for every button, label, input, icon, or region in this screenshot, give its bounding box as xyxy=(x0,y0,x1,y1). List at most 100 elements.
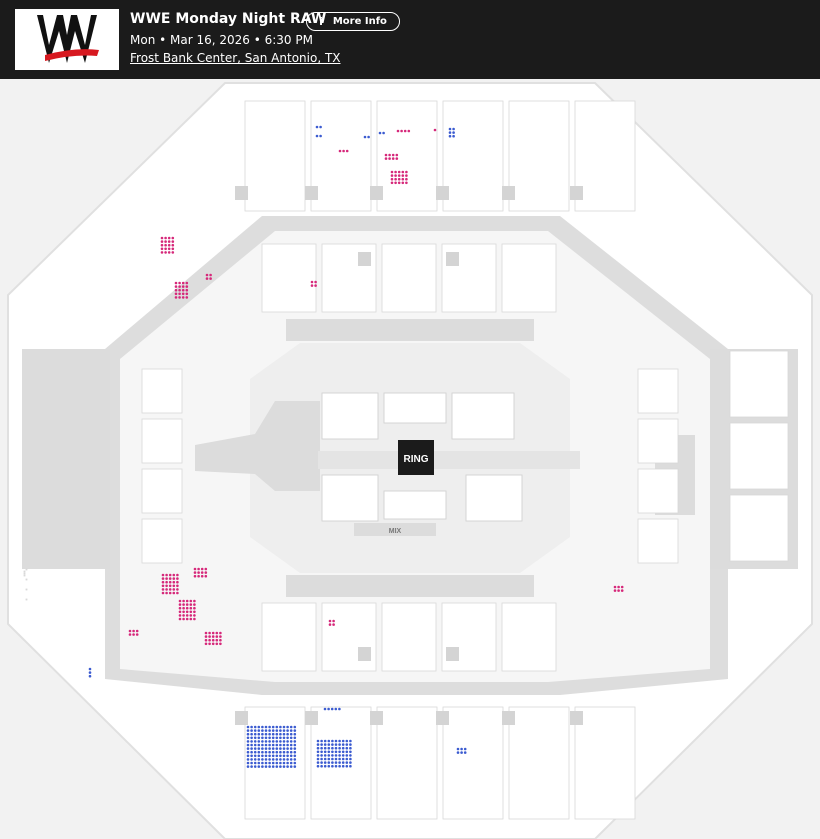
available-seat[interactable] xyxy=(342,149,345,153)
available-seat[interactable] xyxy=(161,588,165,591)
available-seat[interactable] xyxy=(185,285,189,288)
available-seat[interactable] xyxy=(215,631,219,635)
available-seat[interactable] xyxy=(331,764,334,768)
available-seat[interactable] xyxy=(327,750,331,754)
available-seat[interactable] xyxy=(208,631,211,635)
available-seat[interactable] xyxy=(189,610,193,614)
available-seat[interactable] xyxy=(172,591,176,595)
available-seat[interactable] xyxy=(279,740,282,743)
available-seat[interactable] xyxy=(164,247,167,251)
available-seat[interactable] xyxy=(257,750,261,754)
available-seat[interactable] xyxy=(168,573,172,577)
available-seat[interactable] xyxy=(204,642,208,646)
available-seat[interactable] xyxy=(289,761,293,765)
available-seat[interactable] xyxy=(332,619,335,623)
available-seat[interactable] xyxy=(193,614,196,617)
available-seat[interactable] xyxy=(178,288,181,292)
available-seat[interactable] xyxy=(174,292,178,296)
available-seat[interactable] xyxy=(261,729,264,732)
available-seat[interactable] xyxy=(168,591,172,595)
available-seat[interactable] xyxy=(316,754,320,757)
available-seat[interactable] xyxy=(345,757,349,761)
available-seat[interactable] xyxy=(261,732,264,736)
lower-section-bottom[interactable] xyxy=(501,602,557,672)
available-seat[interactable] xyxy=(334,764,338,768)
available-seat[interactable] xyxy=(168,588,172,591)
available-seat[interactable] xyxy=(185,288,189,292)
available-seat[interactable] xyxy=(200,571,204,574)
available-seat[interactable] xyxy=(176,584,179,588)
available-seat[interactable] xyxy=(338,707,341,711)
available-seat[interactable] xyxy=(261,736,264,740)
available-seat[interactable] xyxy=(178,292,181,296)
available-seat[interactable] xyxy=(208,635,211,638)
available-seat[interactable] xyxy=(264,750,268,754)
available-seat[interactable] xyxy=(182,606,185,610)
available-seat[interactable] xyxy=(185,599,189,603)
lower-section-bottom[interactable] xyxy=(381,602,437,672)
available-seat[interactable] xyxy=(367,135,370,139)
available-seat[interactable] xyxy=(261,750,264,754)
available-seat[interactable] xyxy=(282,750,286,754)
available-seat[interactable] xyxy=(208,642,211,646)
available-seat[interactable] xyxy=(323,750,327,754)
available-seat[interactable] xyxy=(172,580,176,584)
available-seat[interactable] xyxy=(246,750,250,754)
available-seat[interactable] xyxy=(279,750,282,754)
available-seat[interactable] xyxy=(178,610,182,614)
available-seat[interactable] xyxy=(215,642,219,646)
available-seat[interactable] xyxy=(128,629,132,633)
available-seat[interactable] xyxy=(327,761,331,764)
available-seat[interactable] xyxy=(282,732,286,736)
lower-section-right[interactable] xyxy=(637,368,679,414)
available-seat[interactable] xyxy=(463,751,467,754)
lower-section-left[interactable] xyxy=(141,368,183,414)
available-seat[interactable] xyxy=(174,281,178,285)
available-seat[interactable] xyxy=(257,725,261,729)
available-seat[interactable] xyxy=(257,729,261,732)
available-seat[interactable] xyxy=(289,747,293,750)
available-seat[interactable] xyxy=(327,746,331,750)
available-seat[interactable] xyxy=(620,589,624,592)
upper-section-bottom[interactable] xyxy=(574,706,636,820)
available-seat[interactable] xyxy=(171,240,175,243)
available-seat[interactable] xyxy=(271,758,275,761)
available-seat[interactable] xyxy=(448,134,452,138)
available-seat[interactable] xyxy=(189,617,193,621)
available-seat[interactable] xyxy=(279,729,282,732)
available-seat[interactable] xyxy=(338,743,341,746)
available-seat[interactable] xyxy=(396,129,400,133)
available-seat[interactable] xyxy=(250,754,253,758)
available-seat[interactable] xyxy=(253,725,257,729)
available-seat[interactable] xyxy=(253,736,257,740)
available-seat[interactable] xyxy=(405,181,408,185)
available-seat[interactable] xyxy=(320,757,323,761)
available-seat[interactable] xyxy=(172,577,176,580)
available-seat[interactable] xyxy=(189,606,193,610)
available-seat[interactable] xyxy=(165,584,168,588)
available-seat[interactable] xyxy=(261,765,264,768)
available-seat[interactable] xyxy=(286,754,289,758)
available-seat[interactable] xyxy=(209,277,212,280)
available-seat[interactable] xyxy=(286,743,289,747)
available-seat[interactable] xyxy=(316,761,320,764)
available-seat[interactable] xyxy=(161,591,165,595)
available-seat[interactable] xyxy=(279,754,282,758)
available-seat[interactable] xyxy=(382,131,385,135)
available-seat[interactable] xyxy=(613,589,617,592)
available-seat[interactable] xyxy=(315,134,319,138)
available-seat[interactable] xyxy=(161,580,165,584)
available-seat[interactable] xyxy=(132,629,135,633)
available-seat[interactable] xyxy=(282,740,286,743)
available-seat[interactable] xyxy=(349,750,352,754)
available-seat[interactable] xyxy=(282,765,286,768)
available-seat[interactable] xyxy=(160,251,164,254)
available-seat[interactable] xyxy=(172,573,176,577)
available-seat[interactable] xyxy=(189,614,193,617)
available-seat[interactable] xyxy=(323,761,327,764)
available-seat[interactable] xyxy=(176,573,179,577)
lower-section-top[interactable] xyxy=(501,243,557,313)
available-seat[interactable] xyxy=(293,761,297,765)
available-seat[interactable] xyxy=(275,732,279,736)
available-seat[interactable] xyxy=(289,765,293,768)
